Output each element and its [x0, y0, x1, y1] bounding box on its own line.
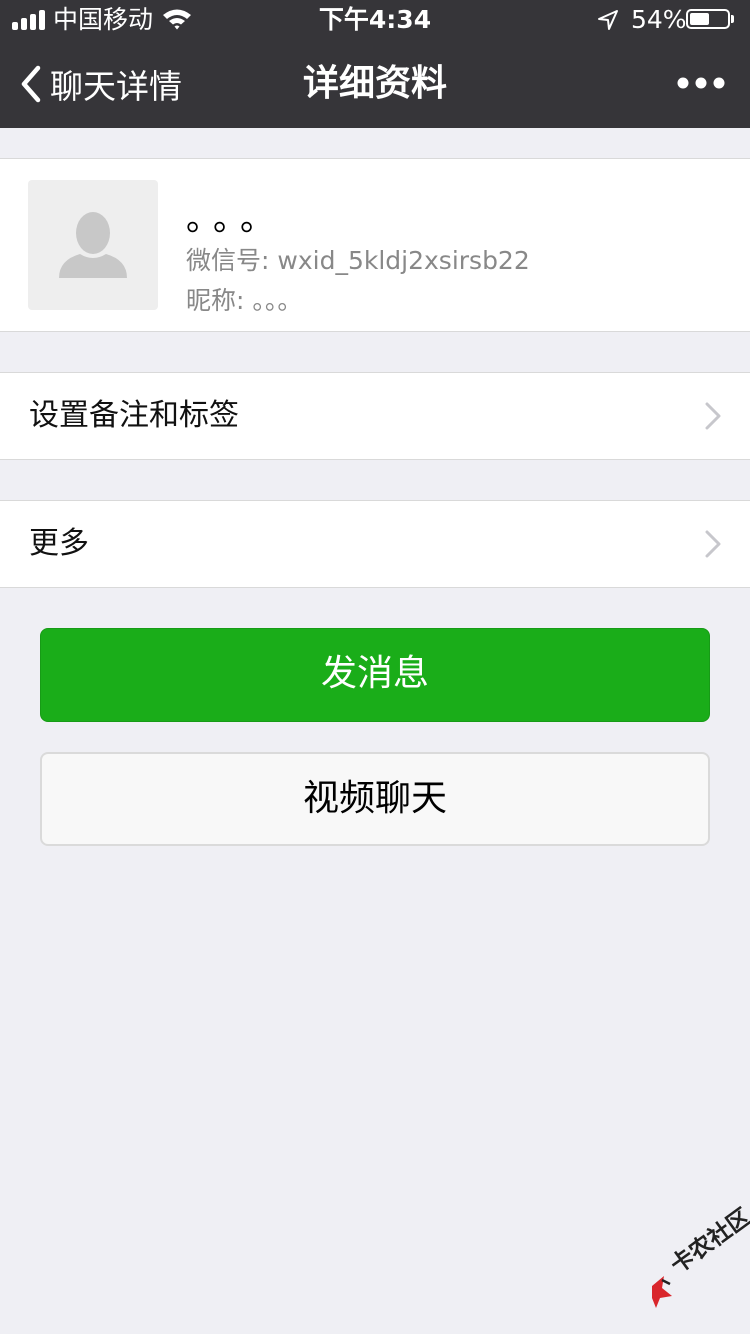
chevron-right-icon [705, 402, 721, 430]
more-label: 更多 [29, 526, 89, 561]
battery-fill [690, 13, 709, 25]
status-bar: 中国移动 下午4:34 54% [0, 0, 750, 40]
remark-tags-label: 设置备注和标签 [29, 398, 239, 433]
more-dots-icon[interactable] [676, 70, 726, 96]
send-message-button[interactable]: 发消息 [40, 628, 710, 722]
location-arrow-icon [598, 10, 618, 30]
nickname-label: 昵称: [186, 286, 245, 315]
profile-name: 。。。 [186, 199, 284, 239]
profile-card: 。。。 微信号: wxid_5kldj2xsirsb22 昵称: 。。。 [0, 158, 750, 332]
battery-percent: 54% [631, 5, 687, 34]
wechat-id-value: wxid_5kldj2xsirsb22 [277, 246, 530, 275]
nickname-value: 。。。 [252, 286, 303, 315]
battery-nub [731, 15, 734, 23]
chevron-right-icon [705, 530, 721, 558]
remark-tags-cell[interactable]: 设置备注和标签 [0, 372, 750, 460]
default-avatar-icon [59, 212, 127, 278]
video-chat-button[interactable]: 视频聊天 [40, 752, 710, 846]
avatar[interactable] [28, 180, 158, 310]
nav-bar: 聊天详情 详细资料 [0, 40, 750, 128]
more-cell[interactable]: 更多 [0, 500, 750, 588]
nickname-line: 昵称: 。。。 [186, 285, 302, 317]
page-title: 详细资料 [302, 63, 447, 104]
wechat-id-line: 微信号: wxid_5kldj2xsirsb22 [186, 245, 530, 277]
battery-icon [686, 9, 734, 29]
top-bar: 中国移动 下午4:34 54% 聊天详情 详细资料 [0, 0, 750, 128]
wechat-id-label: 微信号: [186, 246, 270, 275]
